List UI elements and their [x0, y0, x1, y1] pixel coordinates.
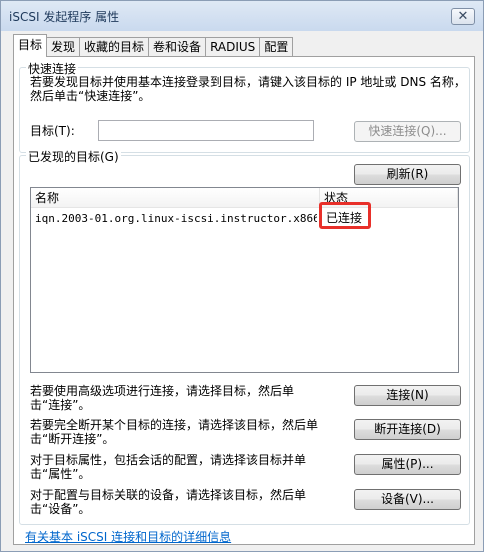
discovered-targets-legend: 已发现的目标(G)	[26, 148, 121, 165]
devices-button[interactable]: 设备(V)...	[354, 489, 461, 510]
properties-window: iSCSI 发起程序 属性 ✕ 目标 发现 收藏的目标 卷和设备 RADIUS …	[0, 0, 484, 552]
properties-description: 对于目标属性，包括会话的配置，请选择该目标并单击“属性”。	[30, 453, 307, 481]
tab-radius[interactable]: RADIUS	[205, 37, 261, 57]
quick-connect-description: 若要发现目标并使用基本连接登录到目标，请键入该目标的 IP 地址或 DNS 名称…	[30, 75, 466, 103]
help-link[interactable]: 有关基本 iSCSI 连接和目标的详细信息	[25, 528, 231, 545]
targets-panel: 快速连接 若要发现目标并使用基本连接登录到目标，请键入该目标的 IP 地址或 D…	[13, 56, 475, 545]
quick-connect-button[interactable]: 快速连接(Q)...	[354, 121, 461, 142]
tab-targets[interactable]: 目标	[13, 34, 48, 57]
disconnect-description: 若要完全断开某个目标的连接，请选择该目标，然后单击“断开连接”。	[30, 418, 319, 446]
devices-description: 对于配置与目标关联的设备，请选择该目标，然后单击“设备”。	[30, 488, 307, 516]
connect-button[interactable]: 连接(N)	[354, 385, 461, 406]
targets-list[interactable]: 名称 状态 iqn.2003-01.org.linux-iscsi.instru…	[30, 187, 459, 373]
properties-button[interactable]: 属性(P)...	[354, 454, 461, 475]
quick-connect-group: 快速连接 若要发现目标并使用基本连接登录到目标，请键入该目标的 IP 地址或 D…	[19, 60, 470, 153]
refresh-button[interactable]: 刷新(R)	[354, 164, 461, 185]
target-name-cell: iqn.2003-01.org.linux-iscsi.instructor.x…	[35, 212, 317, 225]
tab-configuration[interactable]: 配置	[259, 37, 294, 57]
connect-description: 若要使用高级选项进行连接，请选择目标，然后单击“连接”。	[30, 384, 295, 412]
target-input[interactable]	[98, 120, 314, 141]
close-button[interactable]: ✕	[451, 8, 475, 25]
status-highlight-box	[319, 202, 371, 229]
tab-discovery[interactable]: 发现	[46, 37, 81, 57]
tab-strip: 目标 发现 收藏的目标 卷和设备 RADIUS 配置	[13, 34, 294, 57]
tab-volumes-devices[interactable]: 卷和设备	[148, 37, 207, 57]
title-bar: iSCSI 发起程序 属性 ✕	[1, 1, 483, 31]
target-field-label: 目标(T):	[30, 124, 75, 138]
column-header-name[interactable]: 名称	[31, 188, 320, 208]
window-title: iSCSI 发起程序 属性	[9, 10, 120, 24]
tab-favorite-targets[interactable]: 收藏的目标	[79, 37, 150, 57]
disconnect-button[interactable]: 断开连接(D)	[354, 419, 461, 440]
table-row[interactable]: iqn.2003-01.org.linux-iscsi.instructor.x…	[31, 209, 458, 228]
discovered-targets-group: 已发现的目标(G) 刷新(R) 名称 状态 iqn.2003-01.org.li…	[19, 148, 470, 525]
close-icon: ✕	[457, 9, 469, 24]
